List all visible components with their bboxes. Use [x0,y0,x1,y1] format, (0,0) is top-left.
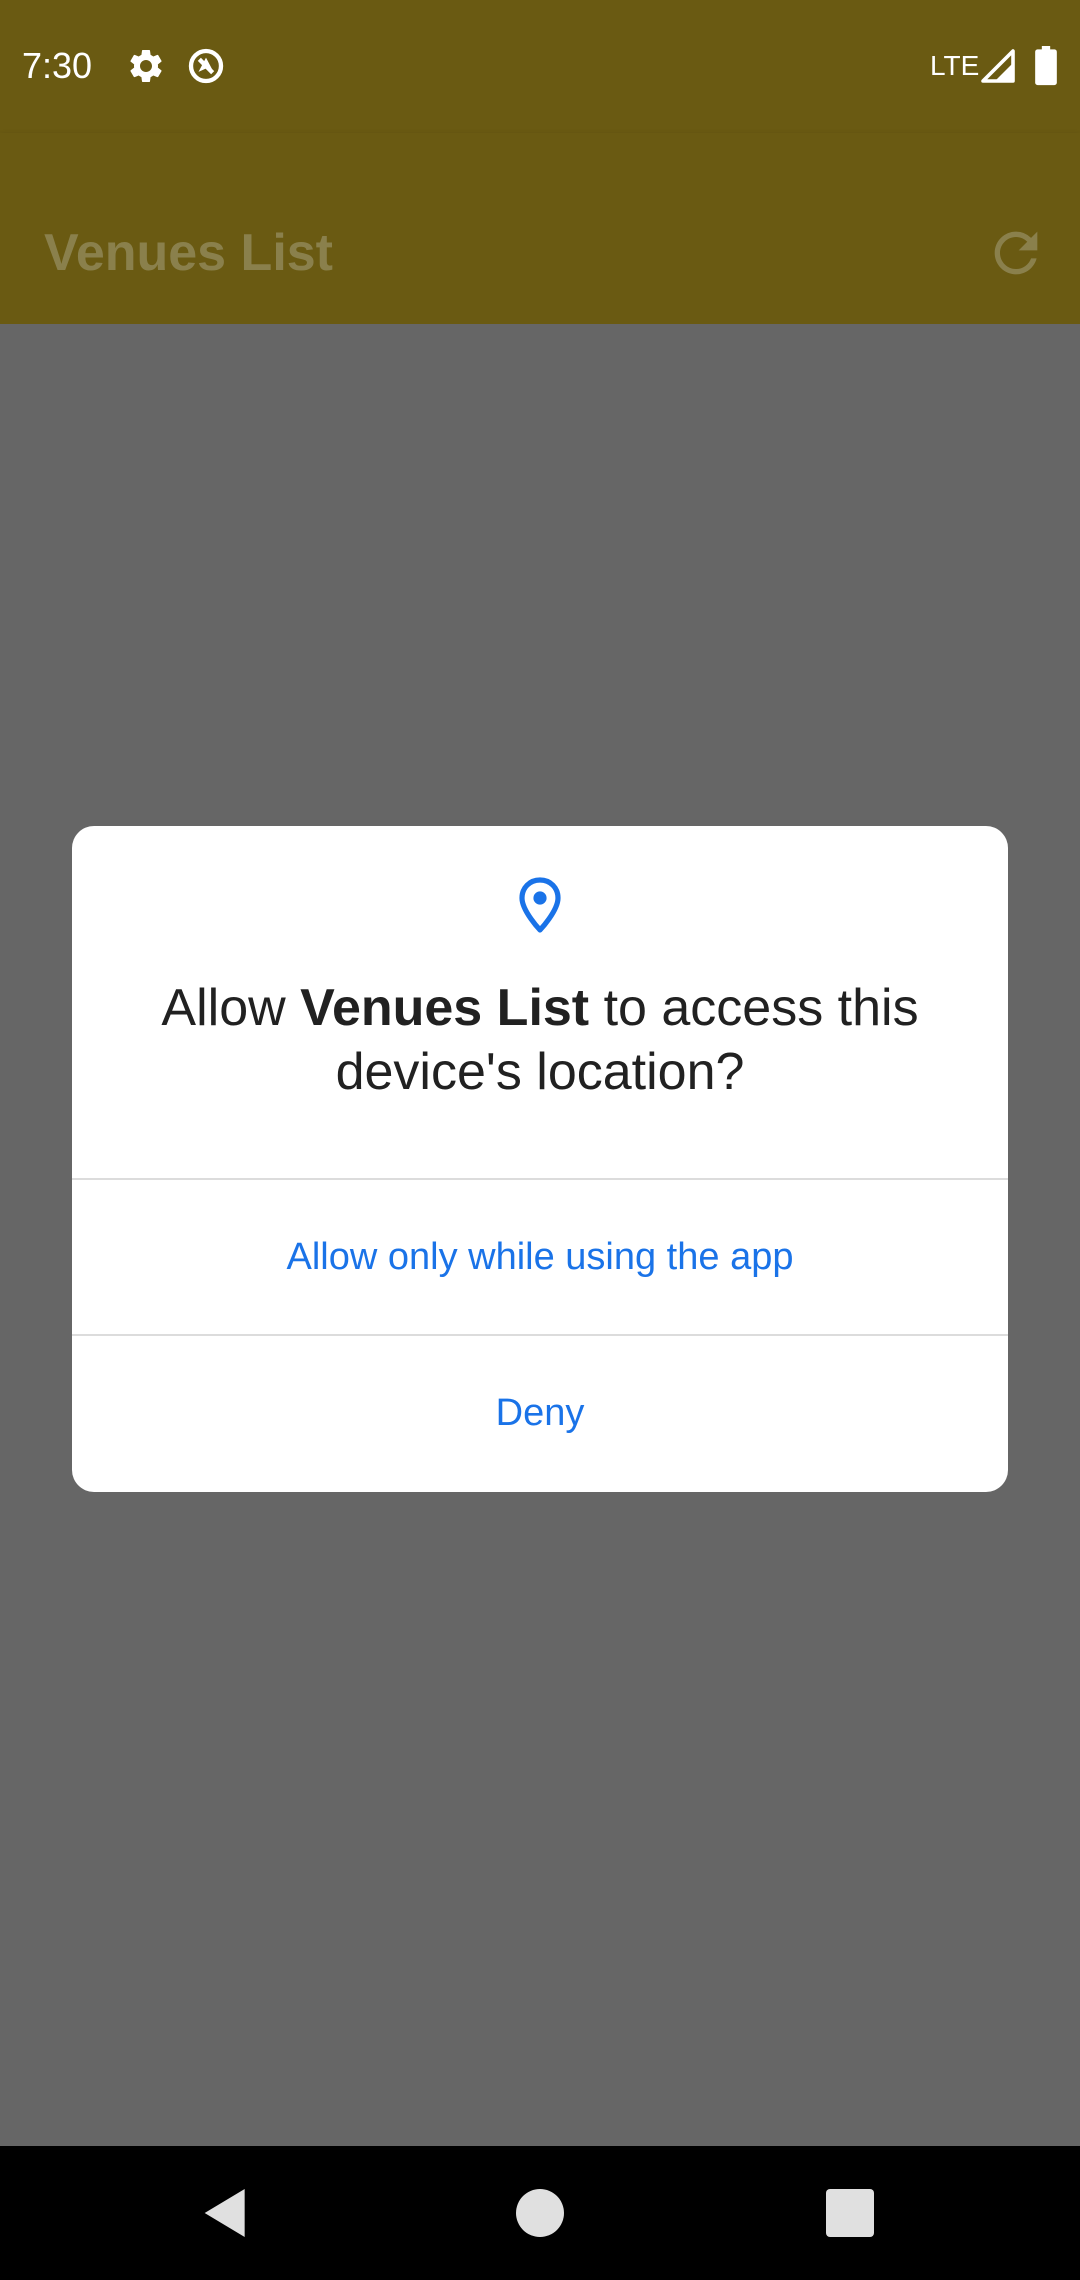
dialog-message: Allow Venues List to access this device'… [112,976,968,1104]
location-pin-icon [519,877,561,933]
gear-icon [130,49,162,82]
no-location-icon [188,48,224,84]
app-title: Venues List [44,224,333,282]
signal-icon [981,49,1015,83]
navigation-bar [0,2146,1080,2280]
status-time: 7:30 [22,45,93,86]
network-type: LTE [930,50,980,81]
permission-dialog: Allow Venues List to access this device'… [72,826,1008,1492]
back-icon[interactable] [194,2181,258,2245]
status-bar: 7:30 LTE [0,0,1080,133]
recents-icon[interactable] [818,2181,882,2245]
message-app-name: Venues List [300,979,590,1037]
deny-button[interactable]: Deny [72,1336,1008,1490]
app-toolbar: Venues List [0,133,1080,324]
refresh-icon[interactable] [984,221,1048,285]
message-prefix: Allow [161,979,301,1037]
home-icon[interactable] [508,2181,572,2245]
allow-while-using-button[interactable]: Allow only while using the app [72,1180,1008,1334]
battery-icon [1035,46,1057,86]
